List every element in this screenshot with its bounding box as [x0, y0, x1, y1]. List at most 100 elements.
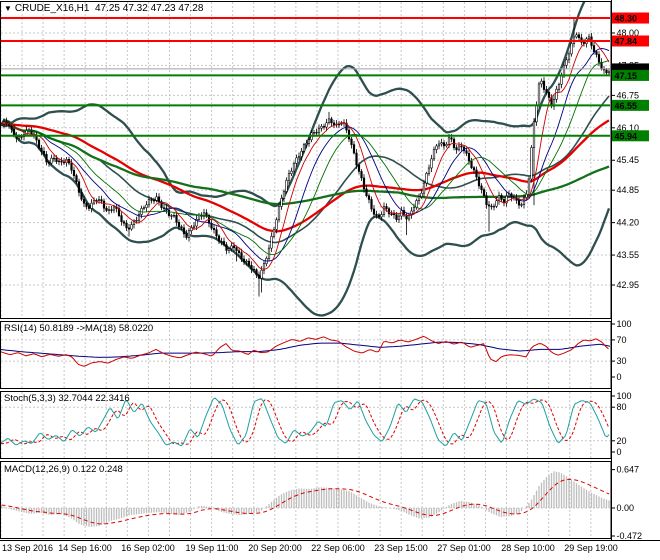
candle-body: [431, 159, 433, 168]
candle-body: [163, 208, 165, 209]
candle-body: [473, 168, 475, 170]
chart-header: ▼CRUDE_X16,H1 47.25 47.32 47.23 47.28: [4, 3, 203, 14]
candle-body: [303, 145, 305, 152]
candle-body: [533, 122, 535, 148]
price-axis: 48.0047.3546.7546.1045.4544.8544.2043.55…: [612, 13, 650, 541]
candle-body: [293, 163, 295, 171]
candle-body: [593, 46, 595, 52]
candle-body: [198, 215, 200, 219]
candle-body: [153, 200, 155, 201]
candle-body: [256, 270, 258, 275]
candle-body: [456, 148, 458, 150]
candle-body: [283, 191, 285, 198]
candle-body: [231, 246, 233, 249]
candle-body: [383, 207, 385, 215]
candle-body: [81, 192, 83, 199]
candle-body: [88, 206, 90, 208]
candle-body: [146, 205, 148, 208]
candle-body: [316, 132, 318, 133]
price-tick-label: 44.20: [617, 218, 640, 228]
candle-body: [41, 148, 43, 151]
stoch-tick-label: 80: [617, 402, 627, 412]
candle-body: [381, 215, 383, 217]
stoch-tick-label: 20: [617, 436, 627, 446]
stoch-main-line: [1, 398, 609, 446]
stoch-tick-label: 100: [617, 391, 632, 401]
candle-body: [178, 222, 180, 226]
rsi-tick-label: 100: [617, 319, 632, 329]
symbol-dropdown-icon[interactable]: ▼: [4, 4, 12, 13]
chart-canvas[interactable]: 48.0047.3546.7546.1045.4544.8544.2043.55…: [0, 0, 660, 560]
date-label: 19 Sep 11:00: [186, 543, 239, 553]
candle-body: [481, 186, 483, 190]
candle-body: [413, 207, 415, 211]
candle-body: [193, 226, 195, 227]
candle-body: [351, 139, 353, 145]
price-badge-label: 46.55: [615, 101, 638, 111]
candle-body: [356, 153, 358, 165]
candle-body: [458, 146, 460, 150]
candle-body: [236, 248, 238, 251]
candle-body: [363, 178, 365, 189]
candle-body: [561, 76, 563, 84]
ohlc-values: 47.25 47.32 47.23 47.28: [95, 3, 203, 14]
candle-body: [63, 162, 65, 163]
candle-body: [268, 248, 270, 258]
candle-body: [558, 84, 560, 89]
candle-body: [556, 89, 558, 99]
candle-body: [398, 216, 400, 220]
candle-body: [261, 270, 263, 278]
candle-body: [446, 144, 448, 146]
candle-body: [91, 203, 93, 208]
candle-body: [313, 132, 315, 133]
candle-body: [541, 81, 543, 84]
price-tick-label: 46.75: [617, 90, 640, 100]
candle-body: [388, 209, 390, 214]
candle-body: [308, 140, 310, 144]
price-tick-label: 44.85: [617, 185, 640, 195]
candle-body: [598, 55, 600, 63]
candle-body: [488, 205, 490, 206]
candle-body: [148, 200, 150, 205]
candle-body: [326, 123, 328, 127]
candle-body: [476, 170, 478, 177]
candle-body: [18, 137, 20, 139]
candle-body: [233, 246, 235, 248]
candle-body: [521, 205, 523, 206]
candle-body: [478, 177, 480, 186]
candle-body: [106, 208, 108, 210]
candle-body: [418, 197, 420, 201]
grid-lines: [1, 2, 610, 538]
price-badge-label: 47.15: [615, 71, 638, 81]
candle-body: [246, 261, 248, 262]
candle-body: [348, 130, 350, 139]
date-label: 27 Sep 01:00: [437, 543, 491, 553]
candle-body: [123, 222, 125, 224]
candle-body: [156, 197, 158, 201]
candle-body: [358, 165, 360, 171]
candle-body: [486, 196, 488, 205]
candle-body: [76, 176, 78, 182]
candle-body: [501, 195, 503, 199]
candle-body: [206, 213, 208, 216]
candle-body: [416, 201, 418, 208]
candle-body: [111, 210, 113, 211]
candle-body: [43, 151, 45, 154]
candle-body: [393, 214, 395, 215]
candle-body: [596, 52, 598, 55]
candle-body: [546, 90, 548, 93]
candle-body: [176, 215, 178, 222]
candle-body: [568, 54, 570, 60]
candle-body: [368, 196, 370, 200]
candle-body: [376, 214, 378, 215]
candle-body: [86, 203, 88, 206]
rsi-panel: [1, 336, 610, 366]
candle-body: [318, 128, 320, 133]
candle-body: [83, 199, 85, 203]
candle-body: [578, 35, 580, 38]
candle-body: [258, 275, 260, 278]
date-label: 29 Sep 19:00: [564, 543, 618, 553]
candle-body: [566, 60, 568, 65]
candle-body: [426, 173, 428, 183]
long-ma-red: [2, 120, 610, 231]
